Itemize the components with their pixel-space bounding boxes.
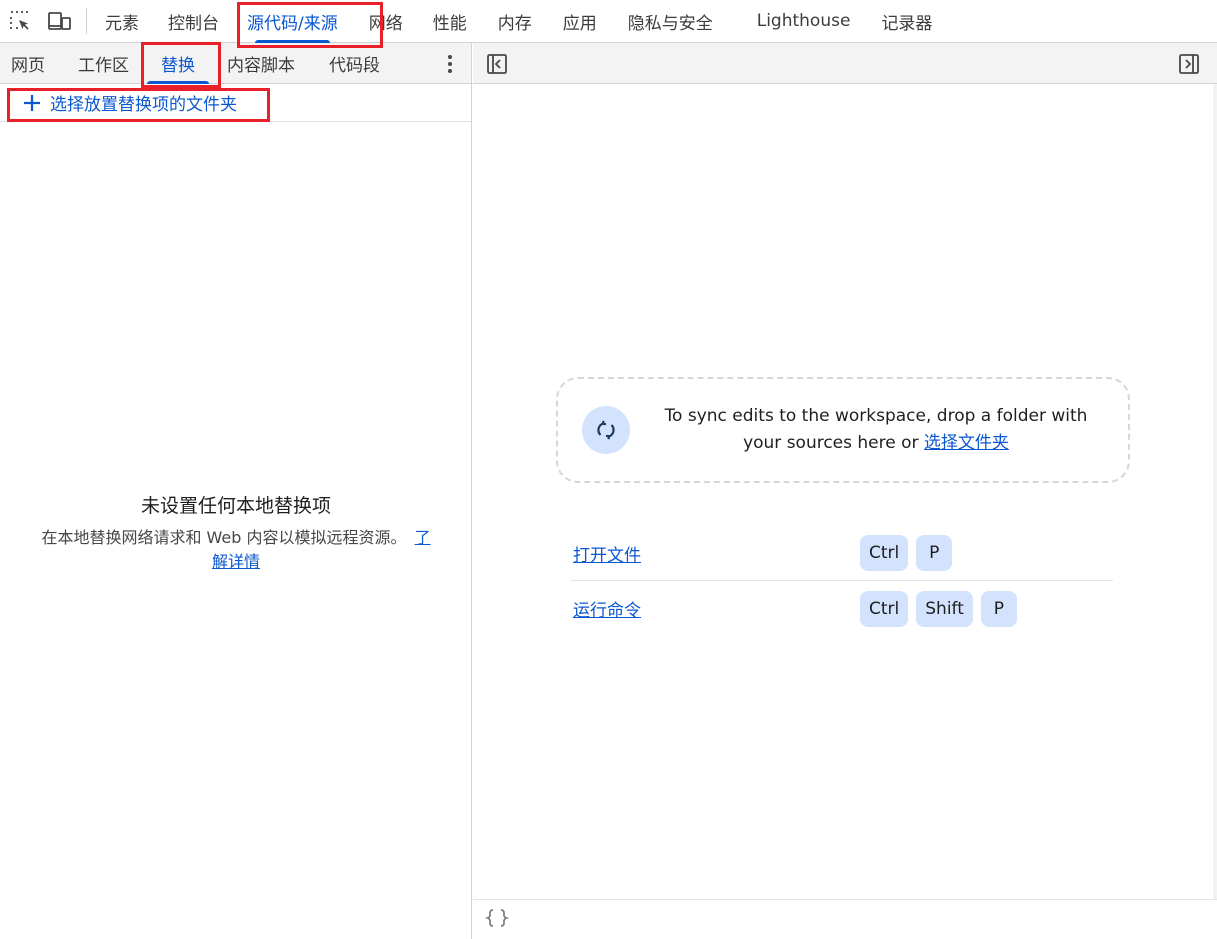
shortcut-row-open-file: 打开文件 Ctrl P [571,526,1113,581]
toggle-debugger-icon[interactable] [1177,52,1201,76]
empty-state-description-text: 在本地替换网络请求和 Web 内容以模拟远程资源。 [41,528,407,547]
empty-state-title: 未设置任何本地替换项 [140,495,331,517]
key-p: P [916,535,953,571]
tab-page[interactable]: 网页 [11,43,45,84]
tab-application[interactable]: 应用 [563,0,597,43]
toggle-navigator-icon[interactable] [485,52,509,76]
empty-state-description: 在本地替换网络请求和 Web 内容以模拟远程资源。 了解详情 [0,526,472,574]
key-shift: Shift [916,590,973,627]
tab-performance[interactable]: 性能 [433,0,467,43]
sync-icon [582,406,630,454]
shortcut-row-run-command: 运行命令 Ctrl Shift P [571,581,1113,636]
main-tab-bar: 元素 控制台 源代码/来源 网络 性能 内存 应用 隐私与安全 Lighthou… [0,0,1217,43]
pretty-print-icon[interactable] [484,908,510,932]
tab-privacy-security[interactable]: 隐私与安全 [628,0,713,43]
device-toolbar-icon[interactable] [40,0,80,43]
select-folder-link[interactable]: 选择文件夹 [924,433,1009,453]
shortcut-list: 打开文件 Ctrl P 运行命令 Ctrl Shift P [571,526,1113,636]
editor-toolbar [473,43,1217,84]
scrollbar-track[interactable] [1213,84,1217,899]
tab-recorder[interactable]: 记录器 [881,0,932,43]
workspace-dropzone[interactable]: To sync edits to the workspace, drop a f… [556,377,1130,483]
open-file-link[interactable]: 打开文件 [573,541,641,566]
tab-snippets[interactable]: 代码段 [329,43,380,84]
dropzone-text: To sync edits to the workspace, drop a f… [664,406,1088,453]
tab-overrides[interactable]: 替换 [147,43,209,84]
editor-panel: To sync edits to the workspace, drop a f… [473,43,1217,939]
tab-network[interactable]: 网络 [369,0,403,43]
tab-console[interactable]: 控制台 [168,0,219,43]
plus-icon [22,93,42,113]
toolbar-divider [86,8,87,34]
select-overrides-folder-button[interactable]: 选择放置替换项的文件夹 [0,84,471,122]
open-file-keys: Ctrl P [860,535,953,571]
overrides-empty-state: 未设置任何本地替换项 在本地替换网络请求和 Web 内容以模拟远程资源。 了解详情 [0,491,472,574]
tab-workspace[interactable]: 工作区 [78,43,129,84]
run-command-keys: Ctrl Shift P [860,590,1017,627]
tab-content-scripts[interactable]: 内容脚本 [227,43,295,84]
sources-navigator: 网页 工作区 替换 内容脚本 代码段 选择放置替换项的文件夹 未设置任何本地替换… [0,43,472,939]
run-command-link[interactable]: 运行命令 [573,596,641,621]
tab-lighthouse[interactable]: Lighthouse [757,0,851,43]
select-overrides-folder-label: 选择放置替换项的文件夹 [50,95,237,115]
more-options-icon[interactable] [438,43,462,84]
tab-sources[interactable]: 源代码/来源 [247,0,338,43]
dropzone-message: To sync edits to the workspace, drop a f… [630,403,1128,457]
key-ctrl: Ctrl [860,535,909,571]
editor-status-bar [473,899,1217,939]
key-ctrl: Ctrl [860,590,909,627]
inspect-element-icon[interactable] [0,0,40,43]
tab-elements[interactable]: 元素 [105,0,139,43]
key-p: P [980,590,1017,627]
navigator-tab-bar: 网页 工作区 替换 内容脚本 代码段 [0,43,471,84]
tab-memory[interactable]: 内存 [498,0,532,43]
